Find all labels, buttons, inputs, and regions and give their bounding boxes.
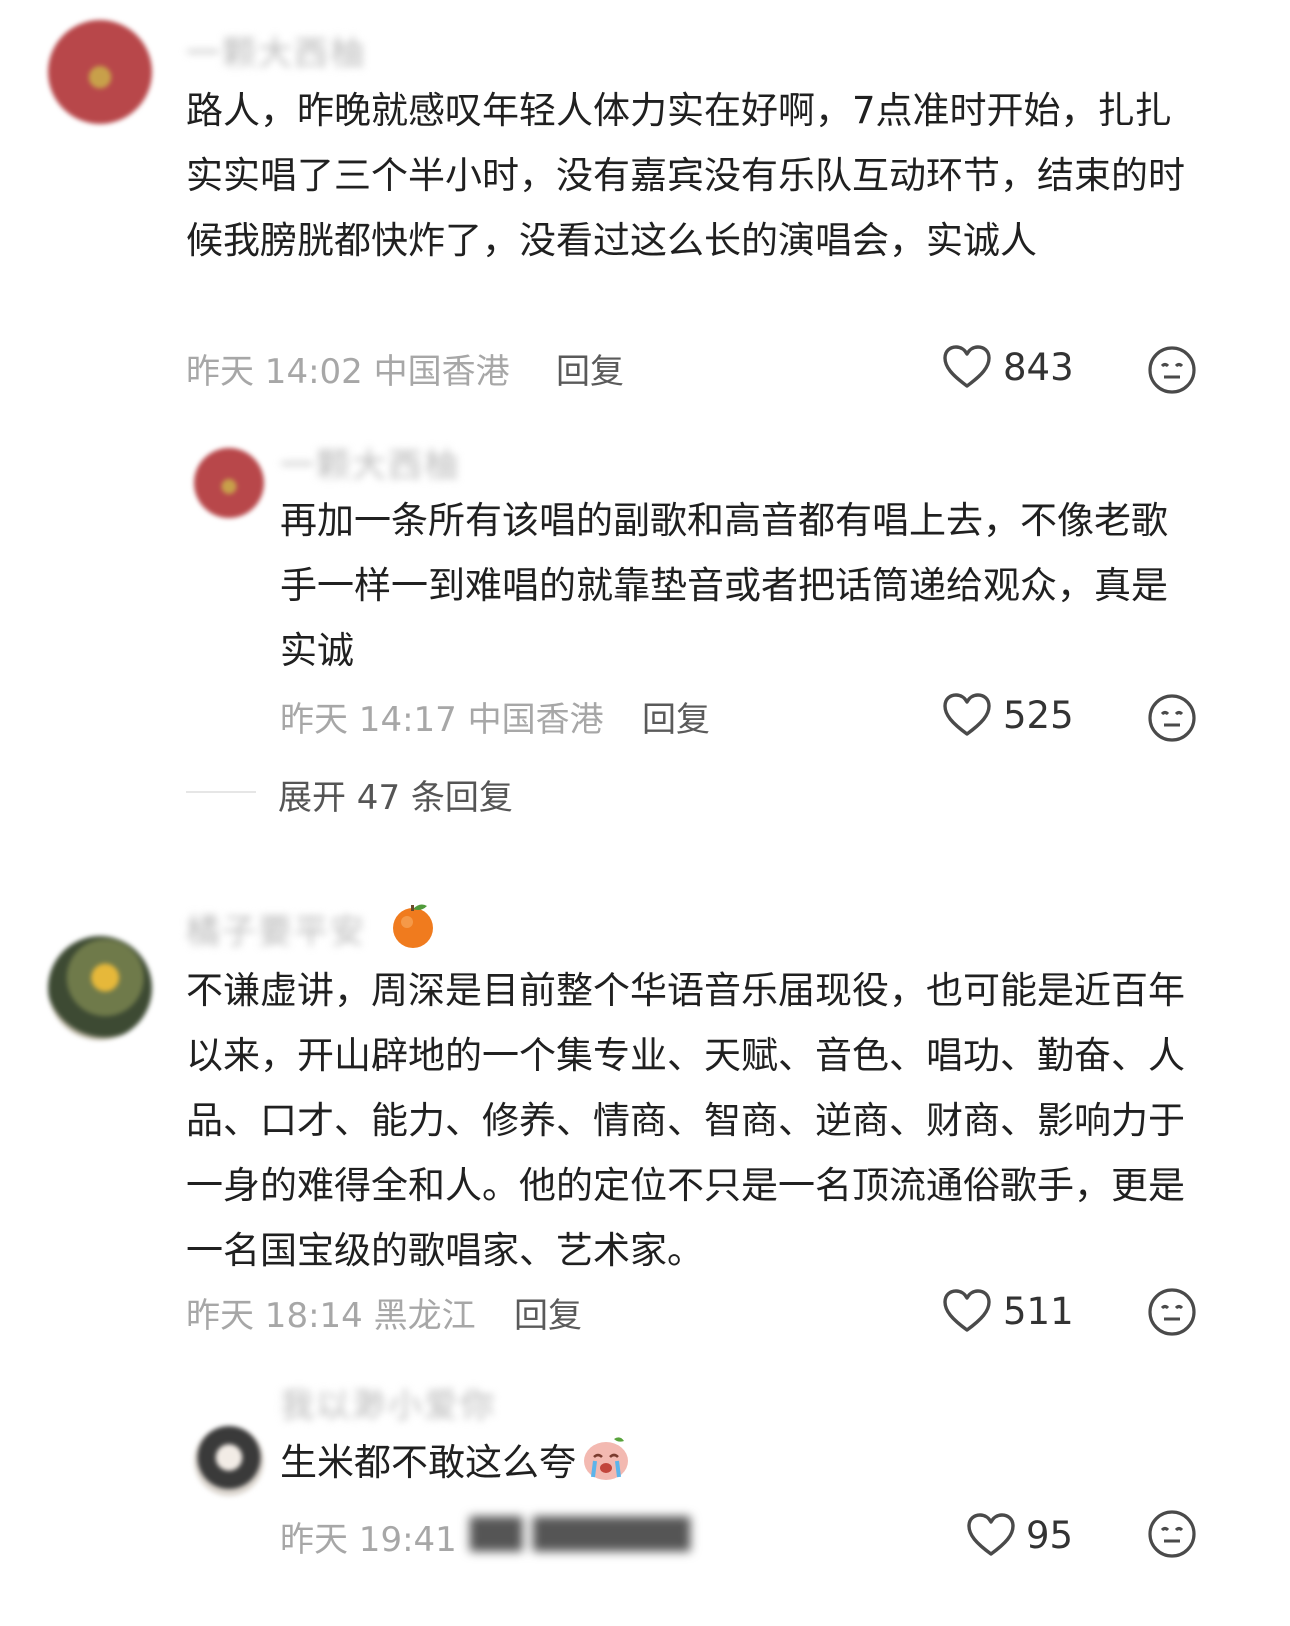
reply-button[interactable]: 回复 — [642, 692, 710, 741]
comment-meta: 昨天 18:14 黑龙江 — [186, 1296, 476, 1336]
crying-face-emoji-icon — [580, 1433, 632, 1483]
reply-meta: 昨天 14:17 中国香港 — [280, 700, 604, 740]
reply-meta: 昨天 19:41 — [280, 1520, 457, 1560]
heart-icon[interactable] — [942, 344, 992, 390]
meh-face-icon[interactable] — [1146, 1286, 1198, 1338]
meh-face-icon[interactable] — [1146, 692, 1198, 744]
reply-username[interactable]: 我以渺小爱你 — [280, 1378, 496, 1427]
reply-button[interactable]: 回复 — [556, 344, 624, 393]
avatar[interactable] — [48, 936, 152, 1040]
divider — [186, 791, 256, 793]
reply-username[interactable]: 一颗大西柚 — [280, 438, 460, 487]
like-count: 511 — [1003, 1290, 1074, 1333]
orange-emoji-icon — [390, 900, 436, 950]
heart-icon[interactable] — [942, 692, 992, 738]
comment-text: 不谦虚讲，周深是目前整个华语音乐届现役，也可能是近百年以来，开山辟地的一个集专业… — [186, 969, 1185, 1272]
comment-meta: 昨天 14:02 中国香港 — [186, 352, 510, 392]
meh-face-icon[interactable] — [1146, 1508, 1198, 1560]
reply-button[interactable]: 回复 — [514, 1288, 582, 1337]
like-count: 843 — [1003, 346, 1074, 389]
avatar[interactable] — [194, 1426, 264, 1496]
avatar[interactable] — [48, 20, 152, 124]
username[interactable]: 橘子要平安 — [186, 904, 366, 953]
username[interactable]: 一颗大西柚 — [186, 26, 366, 75]
avatar[interactable] — [194, 448, 264, 518]
heart-icon[interactable] — [966, 1512, 1016, 1558]
comment-text: 路人，昨晚就感叹年轻人体力实在好啊，7点准时开始，扎扎实实唱了三个半小时，没有嘉… — [186, 89, 1185, 262]
meh-face-icon[interactable] — [1146, 344, 1198, 396]
expand-replies-button[interactable]: 展开 47 条回复 — [278, 770, 513, 819]
reply-text: 再加一条所有该唱的副歌和高音都有唱上去，不像老歌手一样一到难唱的就靠垫音或者把话… — [280, 499, 1168, 672]
redacted-location: ▇▇ ▇▇▇▇▇▇ — [470, 1512, 690, 1552]
reply-text-content: 生米都不敢这么夸 — [280, 1441, 576, 1484]
like-count: 525 — [1003, 694, 1074, 737]
reply-text: 生米都不敢这么夸 — [280, 1430, 632, 1495]
like-count: 95 — [1026, 1514, 1074, 1557]
heart-icon[interactable] — [942, 1288, 992, 1334]
